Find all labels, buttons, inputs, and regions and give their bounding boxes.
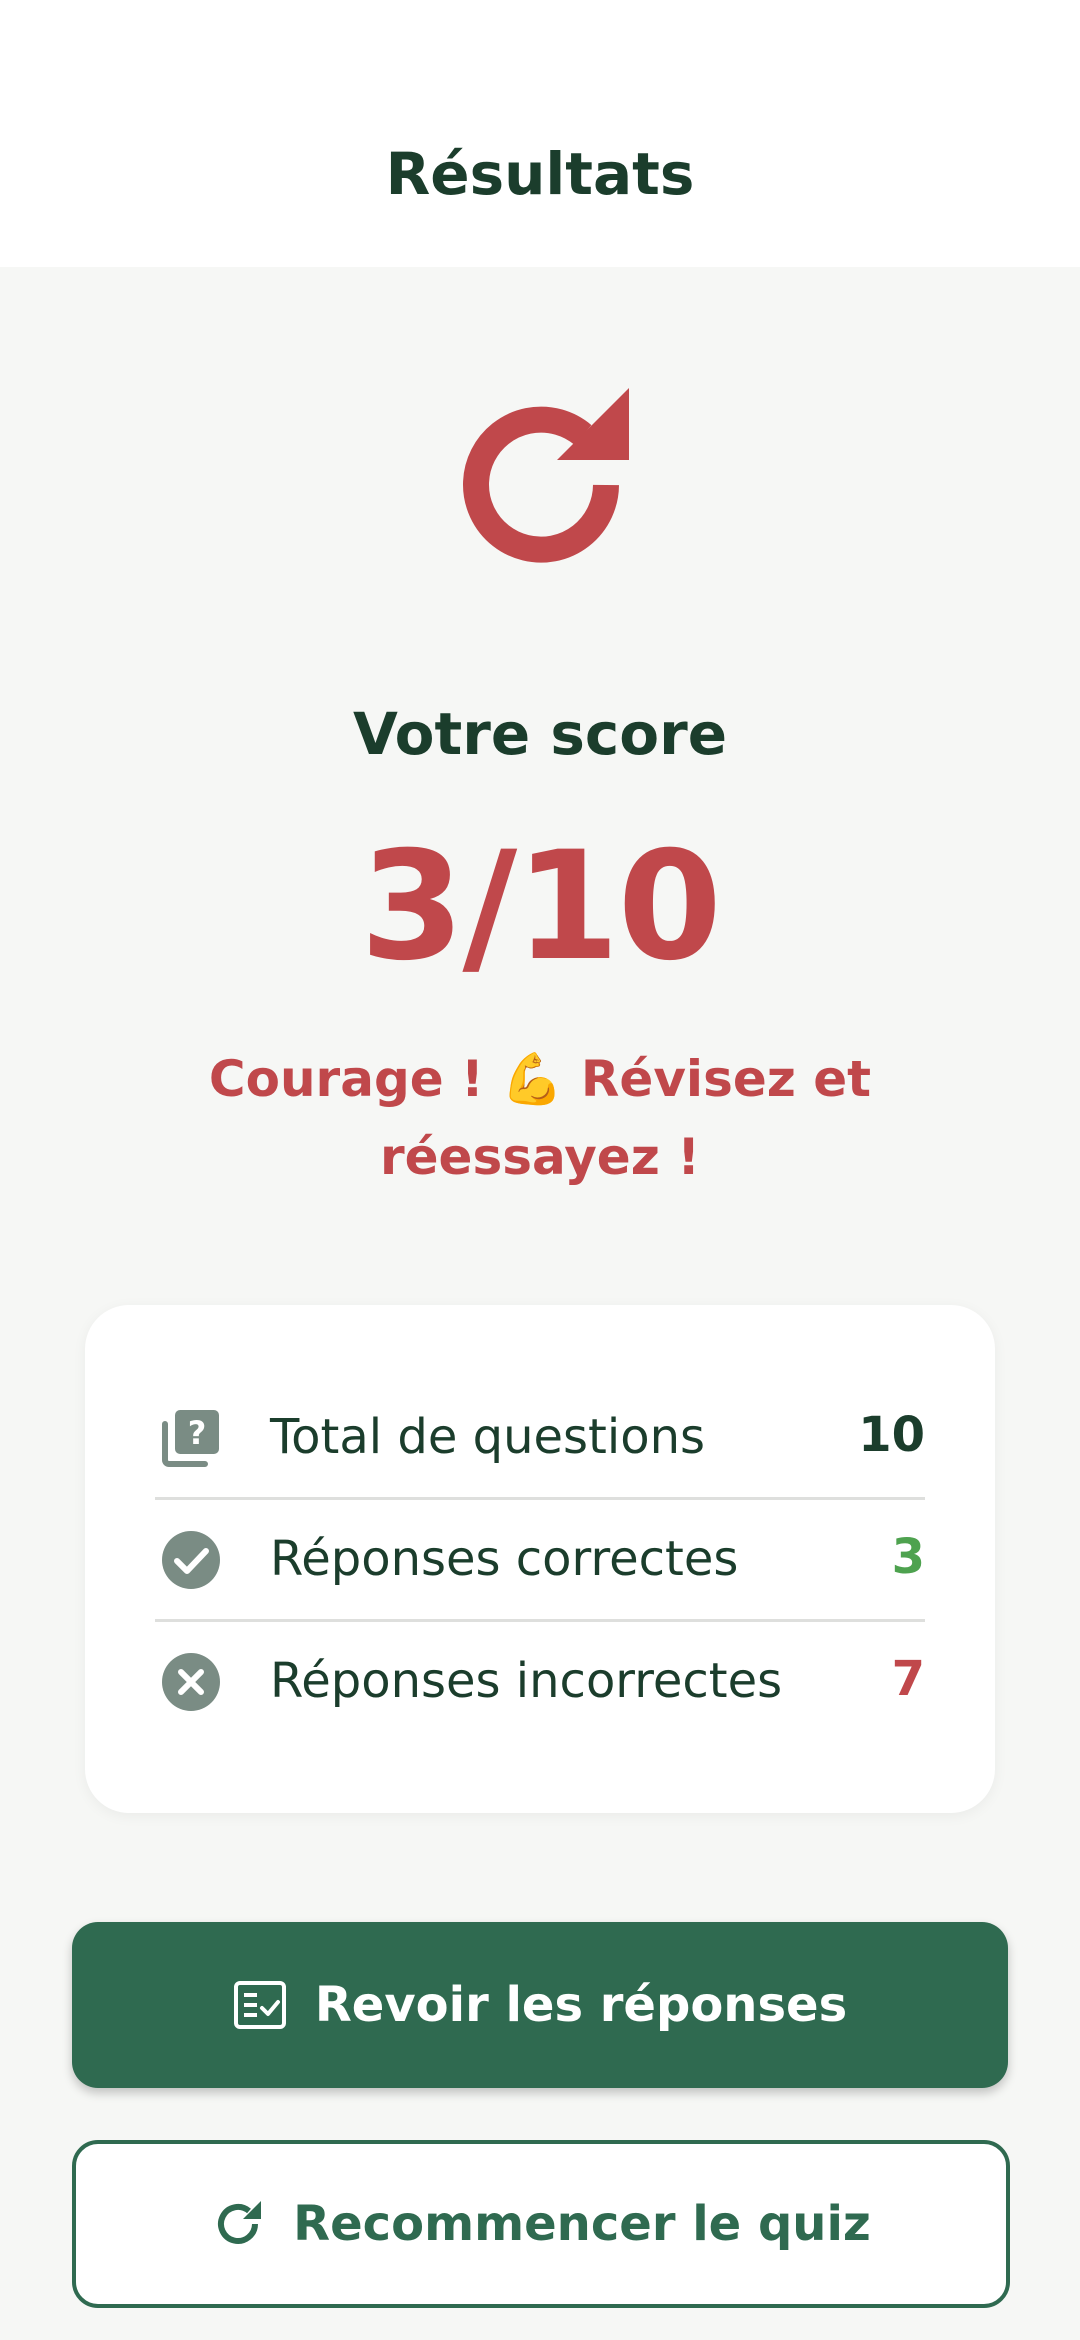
review-answers-button[interactable]: Revoir les réponses: [72, 1922, 1008, 2088]
stat-row-incorrect: Réponses incorrectes 7: [155, 1619, 925, 1741]
svg-text:?: ?: [188, 1414, 207, 1452]
encouragement-message: Courage ! 💪 Révisez et réessayez !: [208, 1050, 872, 1186]
refresh-icon: [218, 2201, 262, 2244]
stat-label-incorrect: Réponses incorrectes: [270, 1653, 783, 1709]
check-circle-icon: [162, 1531, 220, 1589]
fact-check-icon: [233, 1981, 286, 2029]
stat-row-correct: Réponses correctes 3: [155, 1497, 925, 1622]
score-value: 3/10: [360, 820, 722, 994]
stat-row-total: ? Total de questions 10: [155, 1375, 925, 1500]
stat-label-correct: Réponses correctes: [270, 1531, 739, 1587]
stat-value-total: 10: [858, 1407, 925, 1463]
quiz-icon: ?: [162, 1410, 219, 1467]
restart-quiz-button[interactable]: Recommencer le quiz: [72, 2140, 1010, 2308]
app-header: Résultats: [0, 0, 1080, 267]
cancel-circle-icon: [162, 1653, 220, 1711]
review-answers-label: Revoir les réponses: [314, 1977, 848, 2033]
stat-value-incorrect: 7: [891, 1651, 925, 1707]
refresh-icon: [463, 388, 629, 563]
restart-quiz-label: Recommencer le quiz: [293, 2196, 871, 2252]
stat-label-total: Total de questions: [270, 1409, 705, 1465]
page-title: Résultats: [385, 140, 695, 208]
stat-value-correct: 3: [891, 1529, 925, 1585]
stats-card: ? Total de questions 10 Réponses correct…: [85, 1305, 995, 1813]
score-label: Votre score: [352, 700, 728, 768]
